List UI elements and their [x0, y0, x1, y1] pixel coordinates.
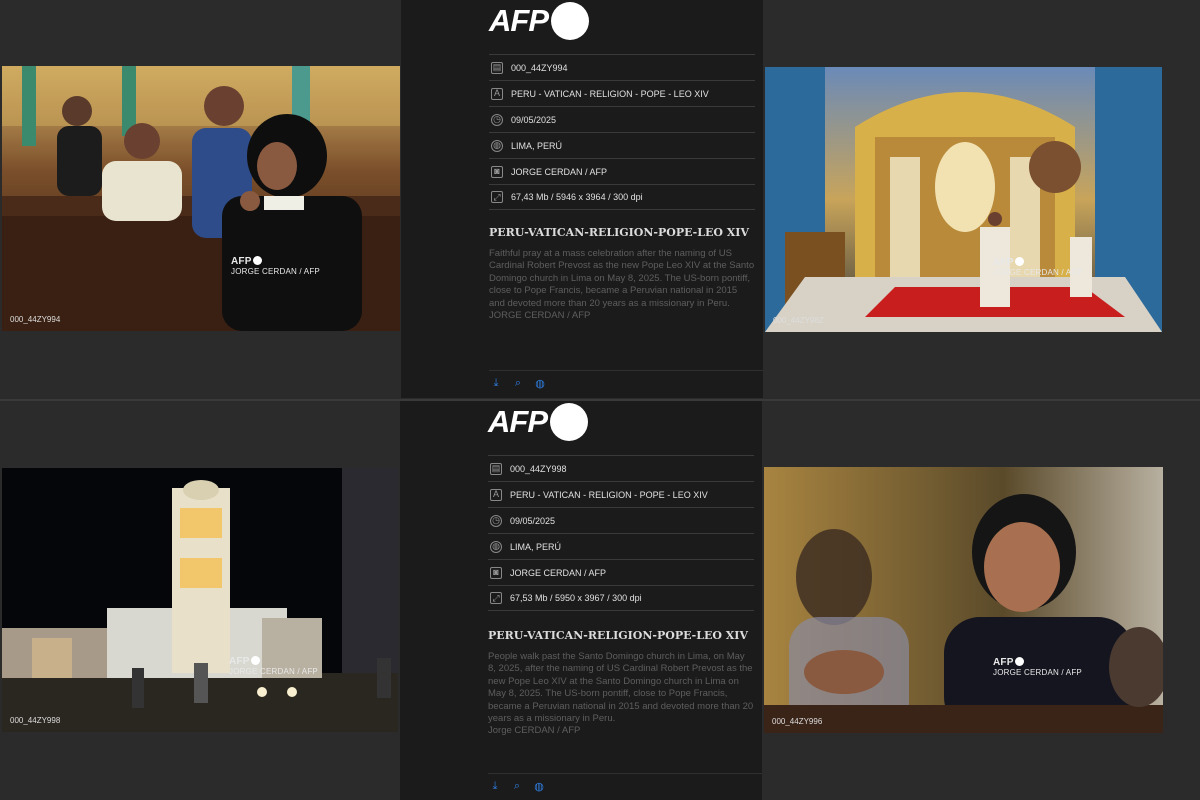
- action-bar: ⤓ ⌕ ◍: [488, 773, 762, 793]
- globe-icon[interactable]: ◍: [533, 377, 547, 390]
- size-icon: ⤢: [490, 592, 502, 604]
- photo-image: [2, 66, 400, 331]
- download-icon[interactable]: ⤓: [489, 377, 503, 390]
- meta-id-row: ▤ 000_44ZY994: [489, 54, 755, 80]
- photo-tile[interactable]: AFP JORGE CERDAN / AFP 000_44ZY996: [764, 467, 1163, 733]
- camera-icon: ◙: [491, 165, 503, 178]
- title-icon: A: [490, 488, 502, 501]
- zoom-icon[interactable]: ⌕: [510, 780, 524, 793]
- photo-id: 000_44ZY994: [10, 315, 61, 324]
- meta-location-row: ◍ LIMA, PERÚ: [488, 533, 754, 559]
- file-icon: ▤: [491, 61, 503, 74]
- file-icon: ▤: [490, 462, 502, 475]
- meta-date-row: ◷ 09/05/2025: [488, 507, 754, 533]
- meta-title-row: A PERU - VATICAN - RELIGION - POPE - LEO …: [488, 481, 754, 507]
- photo-headline: PERU-VATICAN-RELIGION-POPE-LEO XIV: [488, 629, 748, 642]
- clock-icon: ◷: [490, 514, 502, 527]
- photo-tile[interactable]: AFP JORGE CERDAN / AFP 000_44ZY994: [2, 66, 400, 331]
- meta-file-info-row: ⤢ 67,43 Mb / 5946 x 3964 / 300 dpi: [489, 184, 755, 210]
- photo-image: [765, 67, 1162, 332]
- photo-caption: Faithful pray at a mass celebration afte…: [489, 248, 755, 322]
- zoom-icon[interactable]: ⌕: [511, 377, 525, 390]
- meta-photographer-row: ◙ JORGE CERDAN / AFP: [488, 559, 754, 585]
- title-icon: A: [491, 87, 503, 100]
- photo-credit: AFP JORGE CERDAN / AFP: [229, 656, 318, 676]
- afp-logo: AFP: [488, 403, 588, 441]
- globe-icon[interactable]: ◍: [532, 780, 546, 793]
- meta-photographer-row: ◙ JORGE CERDAN / AFP: [489, 158, 755, 184]
- location-globe-icon: ◍: [490, 540, 502, 553]
- photo-credit: AFP JORGE CERDAN / AFP: [993, 657, 1082, 677]
- metadata-list: ▤ 000_44ZY998 A PERU - VATICAN - RELIGION …: [488, 455, 754, 611]
- photo-caption: People walk past the Santo Domingo churc…: [488, 651, 754, 737]
- meta-date-row: ◷ 09/05/2025: [489, 106, 755, 132]
- meta-title-row: A PERU - VATICAN - RELIGION - POPE - LEO …: [489, 80, 755, 106]
- photo-image: [764, 467, 1163, 733]
- photo-grid: AFP JORGE CERDAN / AFP 000_44ZY994 AFP ▤…: [0, 0, 1200, 800]
- metadata-list: ▤ 000_44ZY994 A PERU - VATICAN - RELIGION …: [489, 54, 755, 210]
- photo-id: 000_44ZY98Z: [773, 316, 824, 325]
- photo-id: 000_44ZY996: [772, 717, 823, 726]
- photo-tile[interactable]: AFP JORGE CERDAN / AFP 000_44ZY98Z: [765, 67, 1162, 332]
- location-globe-icon: ◍: [491, 139, 503, 152]
- action-bar: ⤓ ⌕ ◍: [489, 370, 763, 390]
- photo-tile[interactable]: AFP JORGE CERDAN / AFP 000_44ZY998: [2, 468, 398, 732]
- download-icon[interactable]: ⤓: [488, 780, 502, 793]
- meta-location-row: ◍ LIMA, PERÚ: [489, 132, 755, 158]
- afp-logo: AFP: [489, 2, 589, 40]
- photo-credit: AFP JORGE CERDAN / AFP: [231, 256, 320, 276]
- camera-icon: ◙: [490, 566, 502, 579]
- clock-icon: ◷: [491, 113, 503, 126]
- photo-info-panel: AFP ▤ 000_44ZY998 A PERU - VATICAN - RELIG…: [400, 401, 762, 800]
- photo-info-panel: AFP ▤ 000_44ZY994 A PERU - VATICAN - RELIG…: [401, 0, 763, 398]
- photo-image: [2, 468, 398, 732]
- meta-file-info-row: ⤢ 67,53 Mb / 5950 x 3967 / 300 dpi: [488, 585, 754, 611]
- size-icon: ⤢: [491, 191, 503, 203]
- photo-headline: PERU-VATICAN-RELIGION-POPE-LEO XIV: [489, 226, 749, 239]
- meta-id-row: ▤ 000_44ZY998: [488, 455, 754, 481]
- photo-credit: AFP JORGE CERDAN / AFP: [993, 257, 1082, 277]
- photo-id: 000_44ZY998: [10, 716, 61, 725]
